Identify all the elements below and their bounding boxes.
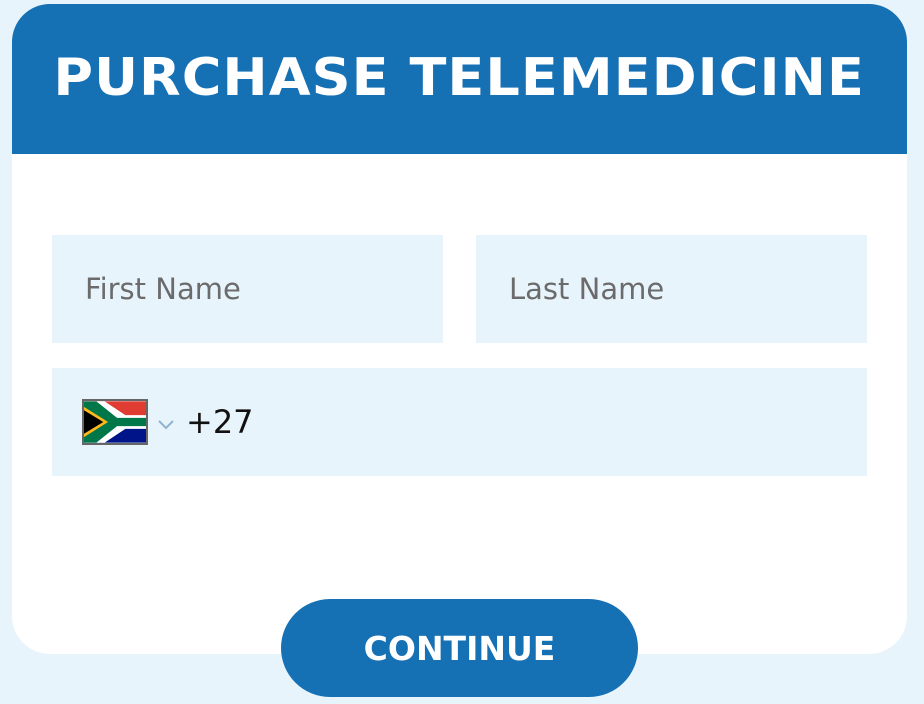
form-header: PURCHASE TELEMEDICINE [12, 4, 907, 154]
south-africa-flag-icon[interactable] [82, 399, 148, 445]
form-title: PURCHASE TELEMEDICINE [53, 48, 866, 108]
first-name-field[interactable] [52, 235, 443, 343]
country-dial-code: +27 [186, 403, 254, 441]
chevron-down-icon[interactable] [156, 416, 176, 432]
phone-field[interactable]: +27 [52, 368, 867, 476]
last-name-field[interactable] [476, 235, 867, 343]
purchase-form-card: PURCHASE TELEMEDICINE +27 [12, 4, 907, 654]
last-name-input[interactable] [476, 235, 867, 343]
continue-button[interactable]: CONTINUE [281, 599, 638, 697]
first-name-input[interactable] [52, 235, 443, 343]
